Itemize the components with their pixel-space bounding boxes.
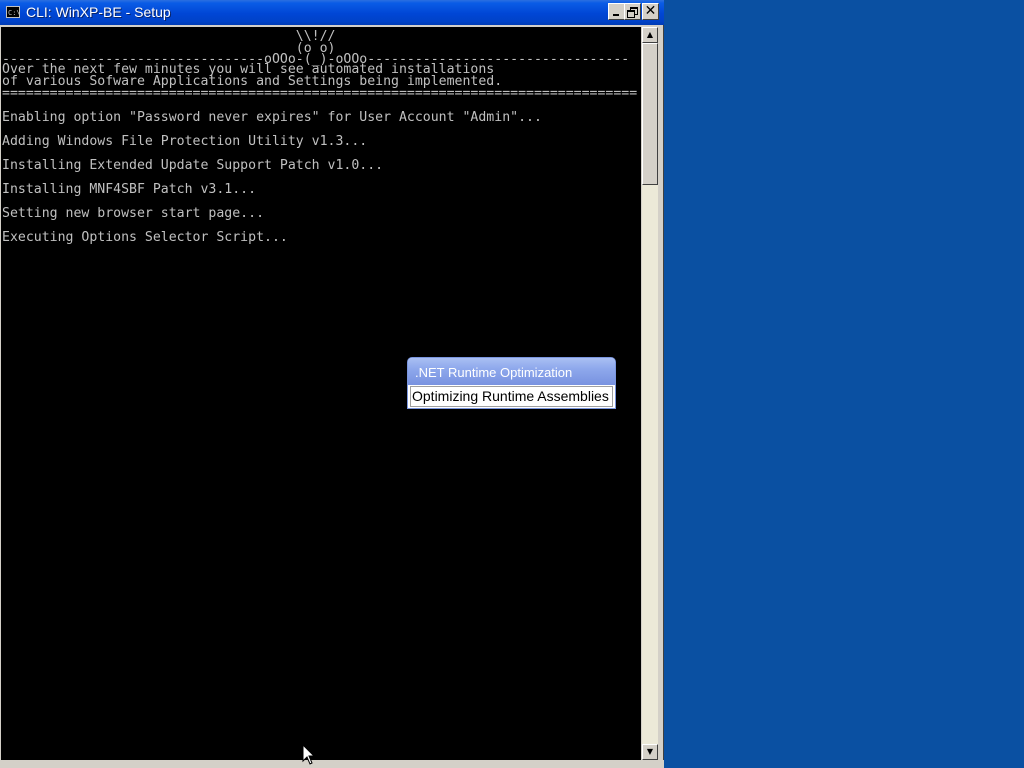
close-button[interactable]: ✕ [642,3,659,20]
arrow-up-icon: ▲ [646,30,654,39]
popup-message: Optimizing Runtime Assemblies [410,386,613,407]
popup-title: .NET Runtime Optimization [408,358,615,385]
arrow-down-icon: ▼ [646,747,654,756]
console-line: Installing MNF4SBF Patch v3.1... [2,182,257,197]
console-line: Enabling option "Password never expires"… [2,110,542,125]
minimize-button[interactable] [608,3,625,20]
close-icon: ✕ [644,3,657,19]
scrollbar-thumb[interactable] [642,43,658,185]
console-line: Executing Options Selector Script... [2,230,288,245]
window-border-right[interactable] [658,25,664,768]
runtime-optimization-popup[interactable]: .NET Runtime Optimization Optimizing Run… [407,357,616,409]
restore-button[interactable] [624,3,641,20]
console-line: Adding Windows File Protection Utility v… [2,134,368,149]
scroll-up-button[interactable]: ▲ [642,27,658,43]
console-line: Installing Extended Update Support Patch… [2,158,384,173]
window-border-bottom[interactable] [0,760,664,768]
mouse-pointer-icon [302,744,316,765]
vertical-scrollbar[interactable]: ▲ ▼ [642,27,658,760]
banner-line: ========================================… [2,86,638,101]
title-bar[interactable]: C:\ CLI: WinXP-BE - Setup ✕ [0,0,664,25]
cmd-icon[interactable]: C:\ [6,6,21,18]
console-line: Setting new browser start page... [2,206,265,221]
scroll-down-button[interactable]: ▼ [642,744,658,760]
window-title: CLI: WinXP-BE - Setup [26,4,171,20]
